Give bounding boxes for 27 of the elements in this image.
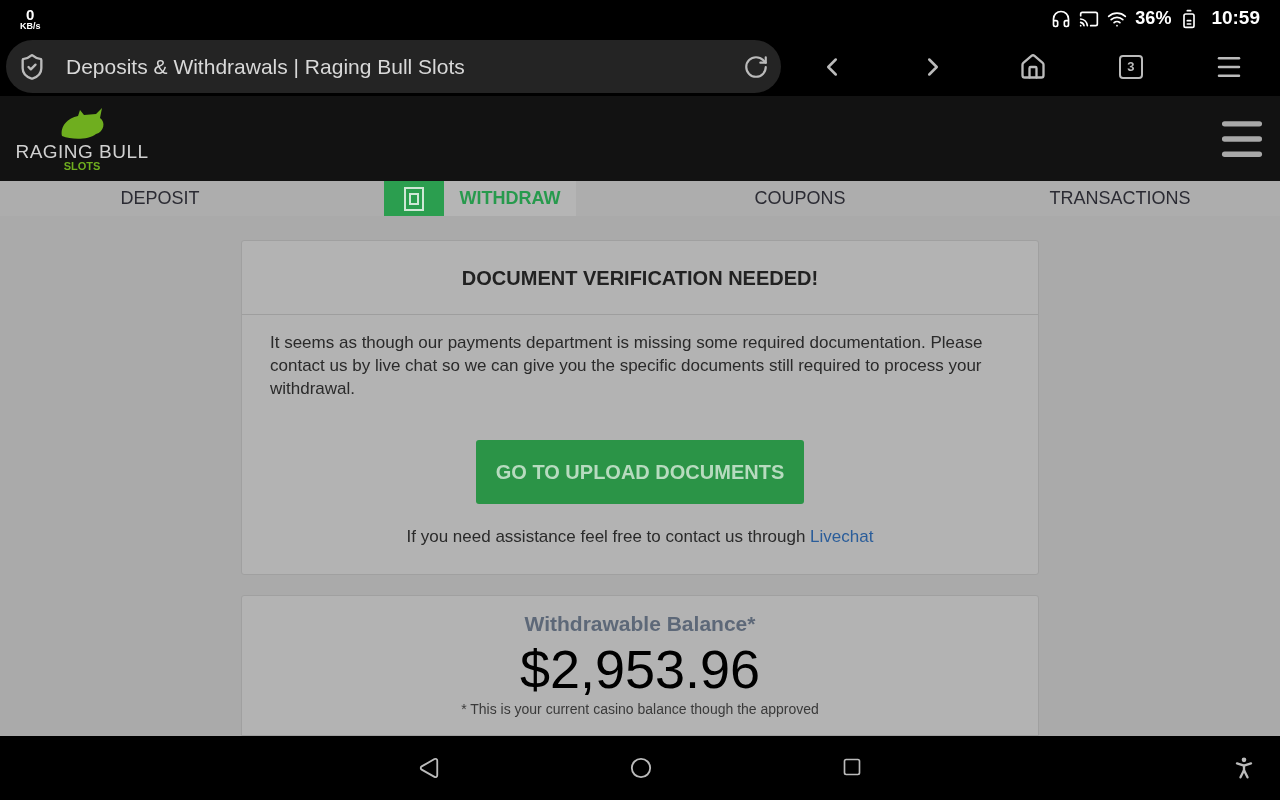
card-title: DOCUMENT VERIFICATION NEEDED! (461, 265, 819, 291)
address-bar[interactable]: Deposits & Withdrawals | Raging Bull Slots (6, 40, 781, 93)
network-speed: 0 (26, 6, 35, 22)
balance-note: * This is your current casino balance though the approved (461, 700, 819, 719)
reload-icon[interactable] (743, 53, 769, 80)
nav-tab[interactable]: TRANSACTIONS (1033, 181, 1207, 216)
banknote-icon (402, 186, 425, 211)
clock: 10:59 (1211, 6, 1260, 31)
balance-label: Withdrawable Balance* (524, 610, 756, 637)
back-icon[interactable] (418, 757, 440, 779)
headphones-icon (1051, 8, 1072, 29)
network-speed-unit: KB/s (20, 21, 41, 31)
help-text: If you need assistance feel free to contact us through (406, 527, 806, 546)
livechat-link[interactable]: Livechat (810, 527, 874, 546)
battery-percentage: 36% (1135, 7, 1172, 30)
home-icon[interactable] (1019, 52, 1048, 81)
nav-tab[interactable]: COUPONS (738, 181, 862, 216)
site-logo[interactable]: RAGING BULL SLOTS (12, 105, 152, 172)
balance-amount: $2,953.96 (519, 639, 761, 699)
nav-tab[interactable]: DEPOSIT (104, 181, 216, 216)
tab-count-button[interactable]: 3 (1118, 54, 1143, 79)
page-title: Deposits & Withdrawals | Raging Bull Slots (66, 53, 465, 80)
home-icon[interactable] (630, 757, 652, 779)
logo-subtitle: SLOTS (63, 160, 101, 172)
recents-icon[interactable] (842, 757, 862, 777)
verification-message: It seems as though our payments department is missing some required documentation. Please contact us by live chat so we can give you the specific documents still required to process your withdrawal. (270, 332, 984, 400)
logo-title: RAGING BULL (15, 141, 149, 161)
